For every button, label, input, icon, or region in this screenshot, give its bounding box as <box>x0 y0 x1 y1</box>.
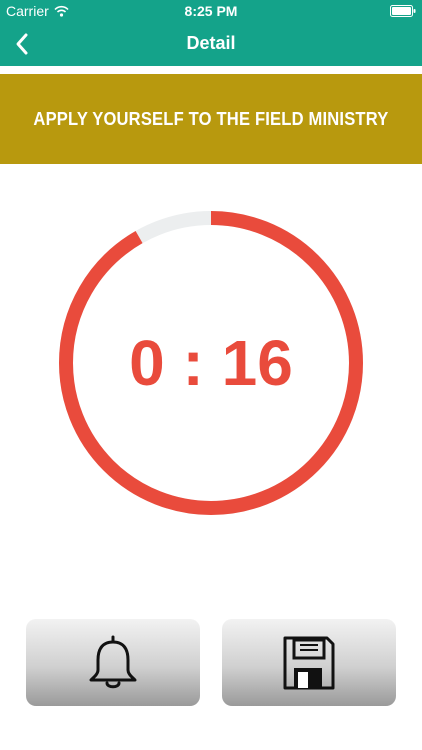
status-time: 8:25 PM <box>184 3 238 19</box>
reminder-button[interactable] <box>26 619 200 706</box>
banner-title: APPLY YOURSELF TO THE FIELD MINISTRY <box>33 108 389 129</box>
topic-banner: APPLY YOURSELF TO THE FIELD MINISTRY <box>0 74 422 164</box>
bell-icon <box>89 635 137 688</box>
battery-icon <box>390 5 416 17</box>
navigation-bar: Detail <box>0 22 422 66</box>
header-divider <box>0 66 422 73</box>
status-bar: Carrier 8:25 PM <box>0 0 422 22</box>
timer-display: 0 : 16 <box>129 327 293 399</box>
countdown-timer: 0 : 16 <box>55 207 367 519</box>
page-title: Detail <box>186 33 236 53</box>
save-button[interactable] <box>222 619 396 706</box>
floppy-disk-icon <box>283 636 335 689</box>
